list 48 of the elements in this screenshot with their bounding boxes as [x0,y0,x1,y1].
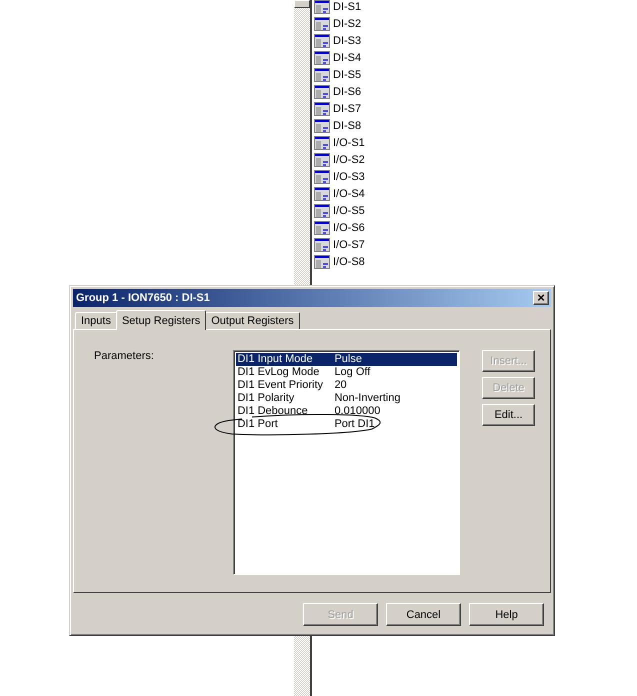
list-icon [314,152,330,166]
dialog-button[interactable]: Cancel [386,603,461,626]
list-icon [314,238,330,252]
tree-item-label[interactable]: I/O-S4 [333,188,365,200]
list-action-button[interactable]: Edit... [482,404,535,426]
list-icon [314,16,330,30]
tree-item-label[interactable]: DI-S6 [333,86,362,98]
tree-item-label[interactable]: DI-S1 [333,0,362,12]
list-icon [314,0,330,14]
tab[interactable]: Output Registers [205,312,300,329]
parameter-row[interactable]: DI1 Event Priority 20 [236,379,457,392]
tree-item-label[interactable]: DI-S5 [333,68,362,80]
tree-item-label[interactable]: DI-S2 [333,18,362,30]
list-icon [314,170,330,184]
parameter-row[interactable]: DI1 Port Port DI1 [236,418,457,431]
tree-item-label[interactable]: I/O-S7 [333,238,365,250]
tab[interactable]: Inputs [75,312,117,329]
scrollbar-thumb[interactable] [294,0,310,8]
tree-item-label[interactable]: I/O-S1 [333,136,365,148]
list-icon [314,102,330,116]
list-icon [314,34,330,48]
parameter-row[interactable]: DI1 Debounce 0.010000 [236,405,457,418]
list-icon [314,204,330,218]
dialog-button[interactable]: Help [469,603,544,626]
parameters-label: Parameters: [94,350,155,364]
list-icon [314,84,330,98]
tree-item-label[interactable]: I/O-S3 [333,170,365,182]
tree-item-label[interactable]: DI-S7 [333,102,362,114]
window-title: Group 1 - ION7650 : DI-S1 [76,292,210,304]
list-icon [314,136,330,150]
parameter-row[interactable]: DI1 Polarity Non-Inverting [236,392,457,405]
tree-item-label[interactable]: I/O-S5 [333,204,365,216]
list-icon [314,186,330,200]
tab[interactable]: Setup Registers [116,310,206,330]
list-icon [314,50,330,64]
list-icon [314,254,330,268]
list-icon [314,68,330,82]
tree-item-label[interactable]: I/O-S6 [333,222,365,234]
tree-item-label[interactable]: DI-S3 [333,34,362,46]
tree-item-label[interactable]: DI-S8 [333,120,362,132]
close-button[interactable]: × [533,291,549,305]
parameter-row[interactable]: DI1 Input Mode Pulse [236,353,457,366]
tree-item-label[interactable]: I/O-S8 [333,256,365,268]
list-icon [314,220,330,234]
list-icon [314,118,330,132]
parameter-row[interactable]: DI1 EvLog Mode Log Off [236,366,457,379]
tree-item-label[interactable]: DI-S4 [333,52,362,64]
tree-item-label[interactable]: I/O-S2 [333,154,365,166]
